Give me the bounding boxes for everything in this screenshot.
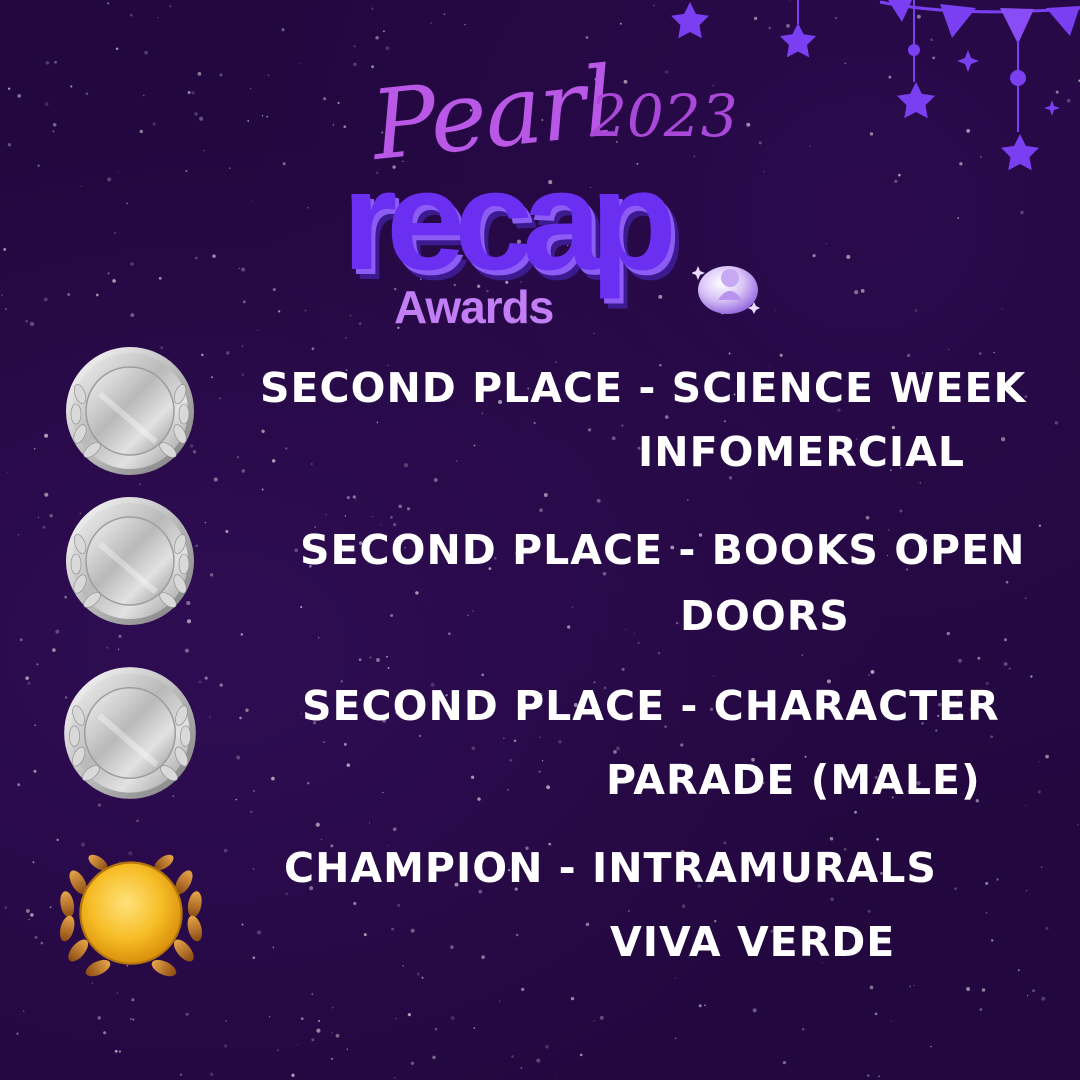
recap-awards-logo: Pearl 2023 recap Awards — [0, 0, 1080, 340]
silver-medal-icon — [60, 494, 200, 628]
award-title-line2: VIVA VERDE — [610, 918, 896, 966]
award-title-line2: PARADE (MALE) — [606, 756, 981, 804]
poster-background: Pearl 2023 recap Awards SECOND PLACE - S… — [0, 0, 1080, 1080]
logo-year: 2023 — [590, 82, 738, 150]
logo-recap-text: recap — [342, 141, 677, 300]
logo-awards-text: Awards — [394, 281, 554, 333]
award-title-line2: DOORS — [680, 592, 850, 640]
award-title-line1: CHAMPION - INTRAMURALS — [284, 844, 937, 892]
pearl-icon — [692, 266, 760, 314]
award-title-line1: SECOND PLACE - CHARACTER — [302, 682, 1000, 730]
award-title-line2: INFOMERCIAL — [638, 428, 966, 476]
award-title-line1: SECOND PLACE - BOOKS OPEN — [300, 526, 1026, 574]
silver-medal-icon — [58, 664, 202, 802]
award-title-line1: SECOND PLACE - SCIENCE WEEK — [260, 364, 1027, 412]
silver-medal-icon — [60, 344, 200, 478]
gold-medal-icon — [56, 850, 206, 981]
